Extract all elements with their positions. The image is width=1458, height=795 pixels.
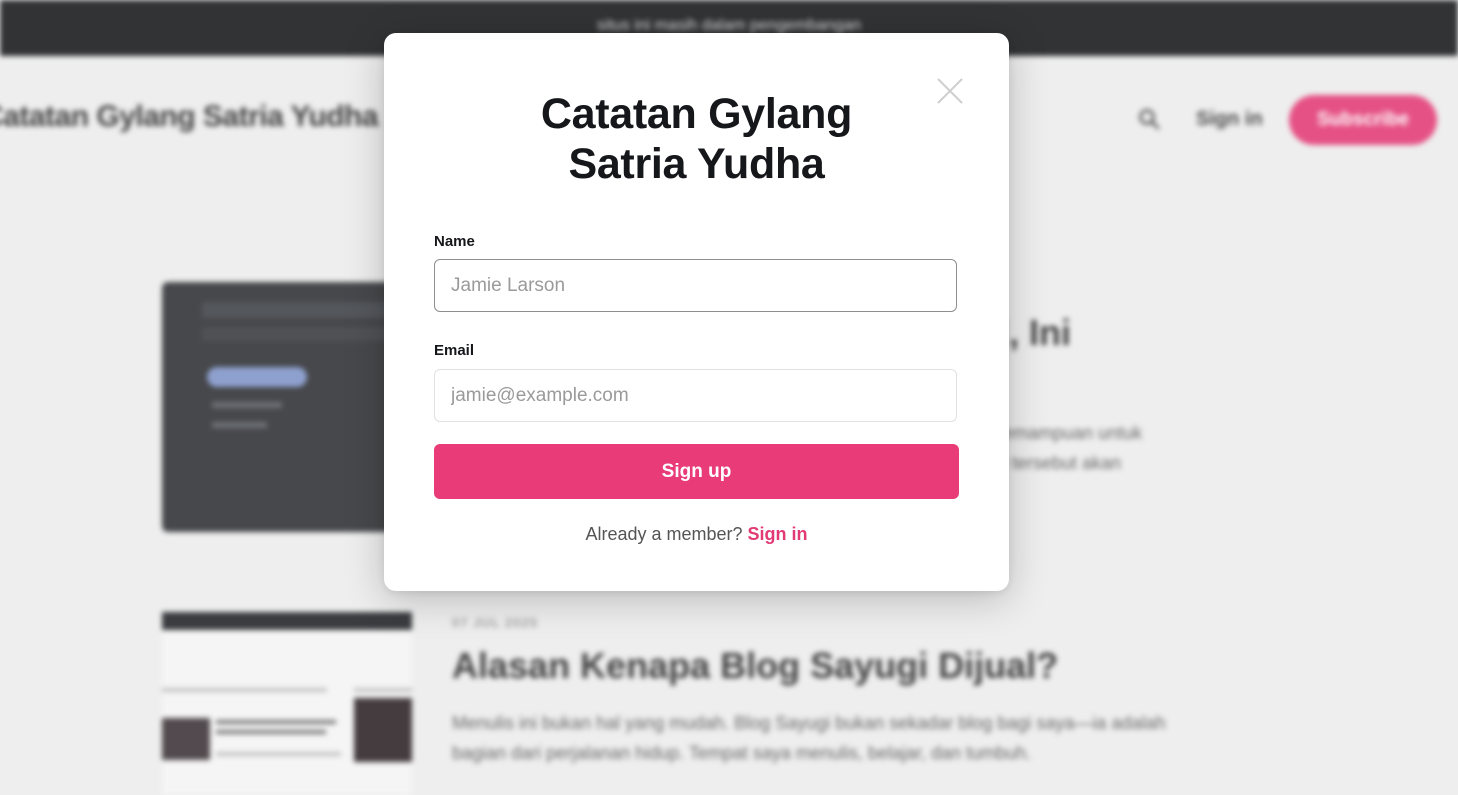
member-prompt: Already a member? Sign in: [384, 524, 1009, 545]
name-input[interactable]: [434, 259, 957, 312]
email-input[interactable]: [434, 369, 957, 422]
modal-title-line: Satria Yudha: [568, 140, 825, 188]
signup-modal: Catatan Gylang Satria Yudha Name Email S…: [384, 33, 1009, 591]
name-label: Name: [434, 233, 475, 250]
modal-title-line: Catatan Gylang: [540, 90, 853, 138]
email-label: Email: [434, 342, 475, 359]
member-text: Already a member?: [585, 524, 743, 544]
signup-button[interactable]: Sign up: [434, 444, 959, 499]
modal-title: Catatan Gylang Satria Yudha: [384, 89, 1009, 189]
signin-link[interactable]: Sign in: [748, 524, 808, 544]
